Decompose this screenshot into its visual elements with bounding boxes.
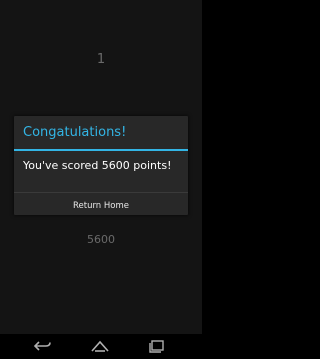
back-icon[interactable] [33, 338, 53, 354]
level-number: 1 [96, 52, 106, 67]
dialog-title: Congatulations! [14, 116, 188, 151]
return-home-button[interactable]: Return Home [14, 193, 188, 220]
recent-apps-icon[interactable] [147, 338, 167, 354]
home-icon[interactable] [90, 338, 110, 354]
score-display: 5600 [87, 233, 115, 246]
dialog-message: You've scored 5600 points! [23, 159, 172, 172]
game-screen: 1 Congatulations! You've scored 5600 poi… [0, 0, 202, 334]
congratulations-dialog: Congatulations! You've scored 5600 point… [14, 116, 188, 215]
system-navigation-bar [0, 334, 202, 359]
